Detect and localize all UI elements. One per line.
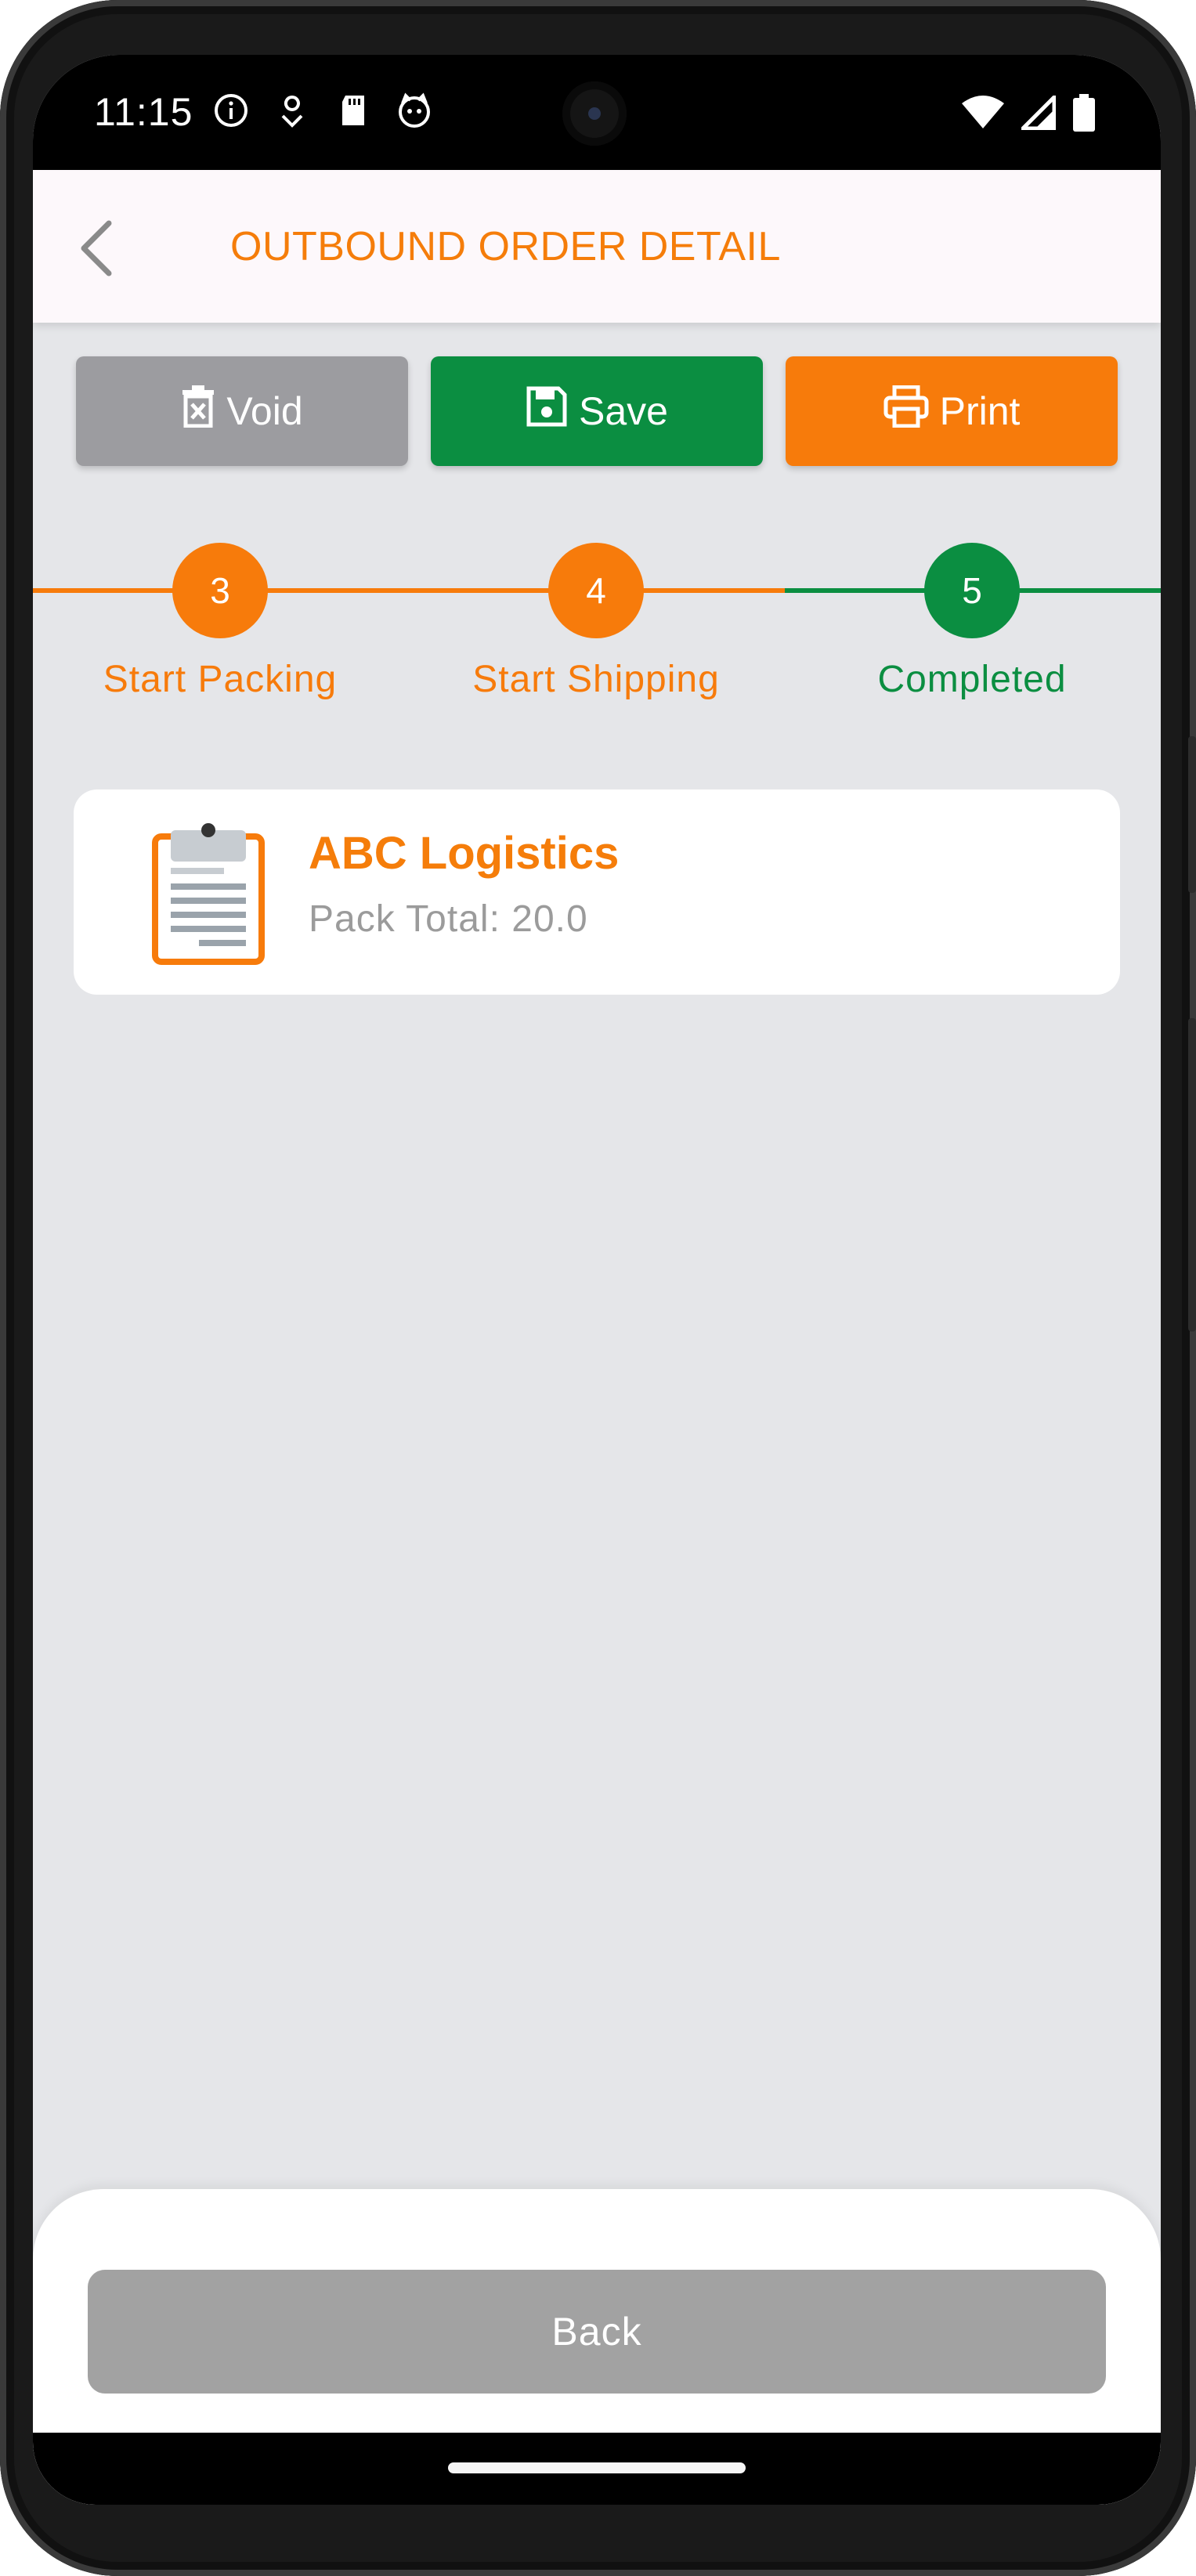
- sd-card-icon: [335, 92, 371, 128]
- status-left-icons: [213, 92, 432, 128]
- status-right-icons: [962, 92, 1095, 135]
- phone-frame: 11:15 OUTBOUND ORDER DETAIL Void Save Pr…: [0, 0, 1196, 2576]
- company-name: ABC Logistics: [309, 828, 620, 879]
- save-label: Save: [579, 389, 668, 433]
- step-4-circle[interactable]: 4: [548, 543, 644, 638]
- volume-button: [1188, 736, 1196, 893]
- step-5-number: 5: [962, 570, 982, 611]
- step-connector: [33, 588, 785, 593]
- step-3-label: Start Packing: [103, 659, 338, 700]
- app-bar: OUTBOUND ORDER DETAIL: [33, 170, 1161, 323]
- step-5-label: Completed: [877, 659, 1067, 700]
- page-title: OUTBOUND ORDER DETAIL: [230, 224, 781, 269]
- front-camera: [562, 81, 627, 146]
- chevron-left-icon[interactable]: [69, 217, 124, 280]
- status-time: 11:15: [94, 90, 193, 134]
- step-5-circle[interactable]: 5: [924, 543, 1020, 638]
- power-button: [1188, 1018, 1196, 1331]
- pack-total: Pack Total: 20.0: [309, 898, 588, 940]
- step-3-number: 3: [210, 570, 230, 611]
- void-label: Void: [226, 389, 303, 433]
- print-button[interactable]: Print: [786, 356, 1118, 466]
- battery-icon: [1073, 94, 1095, 135]
- void-button[interactable]: Void: [76, 356, 408, 466]
- step-3-circle[interactable]: 3: [172, 543, 268, 638]
- order-card[interactable]: ABC Logistics Pack Total: 20.0: [74, 789, 1120, 995]
- action-buttons: Void Save Print: [76, 356, 1118, 468]
- cat-face-icon: [396, 92, 432, 128]
- wifi-icon: [962, 96, 1004, 134]
- trash-x-icon: [181, 385, 215, 437]
- navigation-bar: [33, 2433, 1161, 2505]
- floppy-disk-icon: [526, 385, 568, 437]
- printer-icon: [883, 385, 929, 437]
- info-icon: [213, 92, 249, 128]
- clipboard-icon: [152, 821, 266, 966]
- step-4-label: Start Shipping: [472, 659, 720, 700]
- back-button[interactable]: Back: [88, 2270, 1106, 2394]
- save-button[interactable]: Save: [431, 356, 763, 466]
- back-label: Back: [551, 2310, 642, 2354]
- status-bar: 11:15: [33, 55, 1161, 170]
- screen: 11:15 OUTBOUND ORDER DETAIL Void Save Pr…: [33, 55, 1161, 2505]
- location-pin-icon: [274, 92, 310, 128]
- home-gesture-handle[interactable]: [448, 2462, 746, 2473]
- print-label: Print: [939, 389, 1021, 433]
- signal-icon: [1017, 92, 1057, 134]
- step-4-number: 4: [586, 570, 606, 611]
